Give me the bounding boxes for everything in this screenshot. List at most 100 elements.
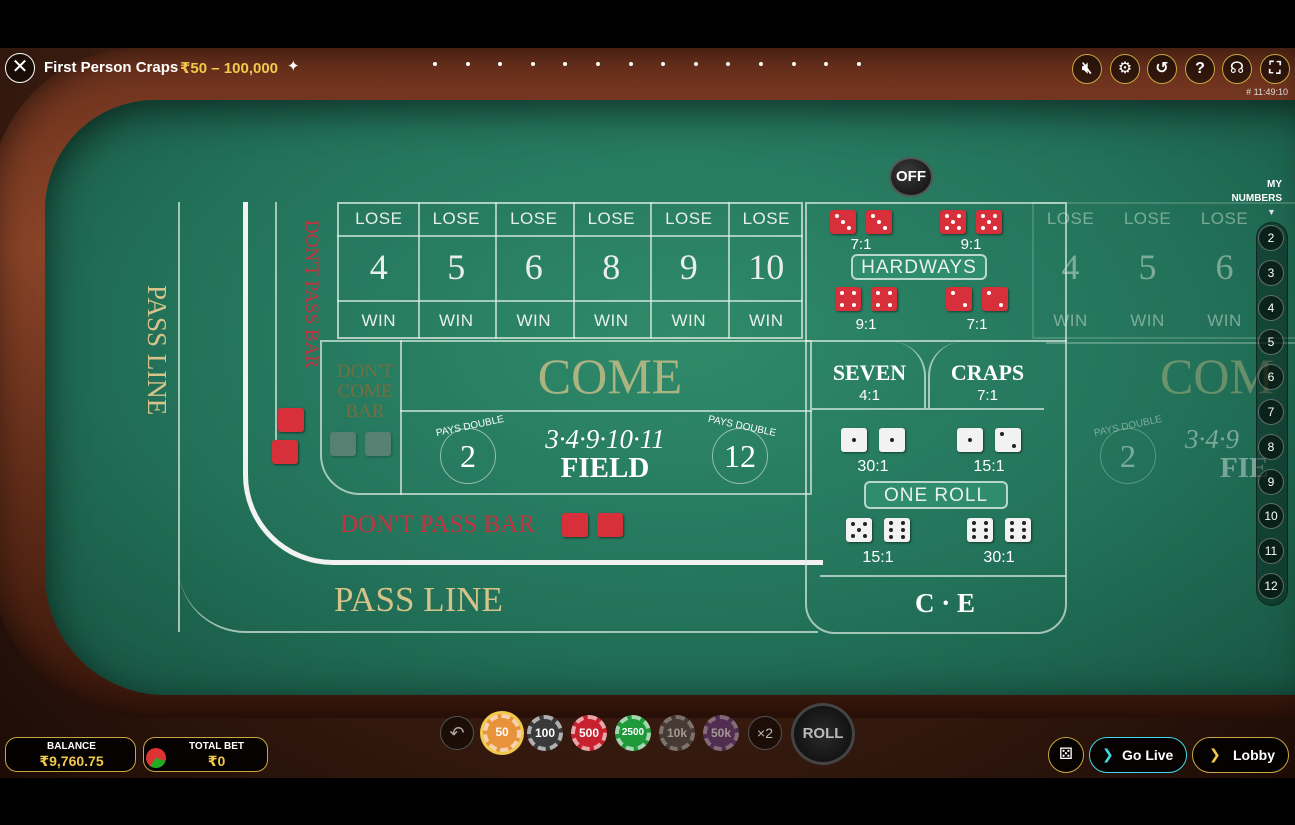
place-win-10[interactable]: WIN [728,311,806,331]
double-button[interactable]: ×2 [748,716,782,750]
my-number-7[interactable]: 7 [1258,399,1284,425]
balance-label: BALANCE [47,741,96,752]
place-win-8[interactable]: WIN [573,311,651,331]
die-pip [1010,521,1014,525]
undo-button[interactable]: ↶ [440,716,474,750]
place-win-4[interactable]: WIN [340,311,418,331]
place-lose-8[interactable]: LOSE [573,209,651,229]
my-number-12[interactable]: 12 [1258,573,1284,599]
die-pip [1010,535,1014,539]
hard-4-die-1 [946,287,972,311]
my-number-8[interactable]: 8 [1258,433,1284,460]
off-puck: OFF [889,157,933,197]
boxcars-odds[interactable]: 30:1 [967,549,1031,567]
die-pip [963,303,967,307]
place-number-9[interactable]: 9 [650,246,728,288]
die-pip [889,528,893,532]
hard-4-odds[interactable]: 7:1 [946,316,1008,333]
ace-deuce-odds[interactable]: 15:1 [957,458,1021,476]
progress-dot [693,62,698,66]
die-pip [863,522,867,526]
progress-dot [628,62,633,66]
round-id: # 11:49:10 [1246,87,1288,97]
craps-odds: 7:1 [977,387,998,404]
chip-100[interactable]: 100 [527,715,563,751]
place-lose-6[interactable]: LOSE [495,209,573,229]
die-pip [1022,521,1026,525]
die-pip [852,438,856,442]
chip-10k[interactable]: 10k [659,715,695,751]
right-place-lose-4: LOSE [1046,209,1095,228]
place-col-divider [572,202,575,339]
go-live-button[interactable]: ❯ Go Live [1089,737,1187,773]
dont-come-die-2 [365,432,391,456]
die-pip [972,535,976,539]
place-win-6[interactable]: WIN [495,311,573,331]
mute-button[interactable]: 🔇︎ [1072,54,1102,84]
ce-bet-label[interactable]: C · E [880,588,1010,619]
place-lose-4[interactable]: LOSE [340,209,418,229]
place-number-4[interactable]: 4 [340,246,418,288]
chip-50[interactable]: 50 [483,714,521,752]
die-pip [981,214,985,218]
die-pip [984,535,988,539]
dont-come-bar-label: DON'T COME BAR [336,361,394,422]
die-pip [1022,528,1026,532]
roll-button[interactable]: ROLL [791,703,855,765]
place-row-divider-1 [337,235,803,237]
yo-eleven-odds[interactable]: 15:1 [846,549,910,567]
place-number-8[interactable]: 8 [573,246,651,288]
undo-icon: ↶ [449,723,465,743]
chip-50k[interactable]: 50k [703,715,739,751]
die-pip [951,220,955,224]
dont-pass-bar-label: DON'T PASS BAR [340,511,535,538]
place-col-divider [727,202,730,339]
pin-icon[interactable]: ✦ [287,57,300,75]
die-pip [857,528,861,532]
die-pip [957,226,961,230]
place-lose-10[interactable]: LOSE [728,209,806,229]
die-pip [901,521,905,525]
my-number-11[interactable]: 11 [1258,538,1284,565]
chat-button[interactable]: ☊ [1222,54,1252,84]
die-pip [871,214,875,218]
my-number-2[interactable]: 2 [1258,225,1284,251]
settings-button[interactable]: ⚙ [1110,54,1140,84]
place-number-6[interactable]: 6 [495,246,573,288]
progress-dot [498,62,503,66]
lobby-label: Lobby [1233,747,1275,763]
help-button[interactable]: ? [1185,54,1215,84]
progress-dot [596,62,600,66]
dice-settings-button[interactable]: ⚄ [1048,737,1084,773]
place-win-5[interactable]: WIN [418,311,496,331]
hard-8-odds[interactable]: 9:1 [835,316,897,333]
dont-pass-die-2 [272,440,298,464]
chip-500[interactable]: 500 [571,715,607,751]
my-number-9[interactable]: 9 [1258,468,1284,495]
my-number-4[interactable]: 4 [1258,294,1284,321]
snake-eyes-odds[interactable]: 30:1 [841,458,905,476]
die-pip [987,291,991,295]
my-number-3[interactable]: 3 [1258,259,1284,286]
lobby-button[interactable]: ❯ Lobby [1192,737,1289,773]
place-win-9[interactable]: WIN [650,311,728,331]
craps-label: CRAPS [950,360,1025,385]
die-pip [945,226,949,230]
history-button[interactable]: ↺ [1147,54,1177,84]
die-pip [890,438,894,442]
place-number-10[interactable]: 10 [728,246,806,288]
game-title: First Person Craps [44,59,179,76]
place-lose-9[interactable]: LOSE [650,209,728,229]
place-number-5[interactable]: 5 [418,246,496,288]
hard-6-odds[interactable]: 7:1 [830,236,892,253]
die-pip [1012,444,1016,448]
place-lose-5[interactable]: LOSE [418,209,496,229]
close-button[interactable]: ✕ [5,53,35,83]
chip-2500[interactable]: 2500 [615,715,651,751]
fullscreen-button[interactable]: ⛶ [1260,54,1290,84]
field-2-value: 2 [460,438,476,474]
my-number-6[interactable]: 6 [1258,364,1284,391]
hard-10-odds[interactable]: 9:1 [940,236,1002,253]
die-pip [984,521,988,525]
die-pip [1010,528,1014,532]
